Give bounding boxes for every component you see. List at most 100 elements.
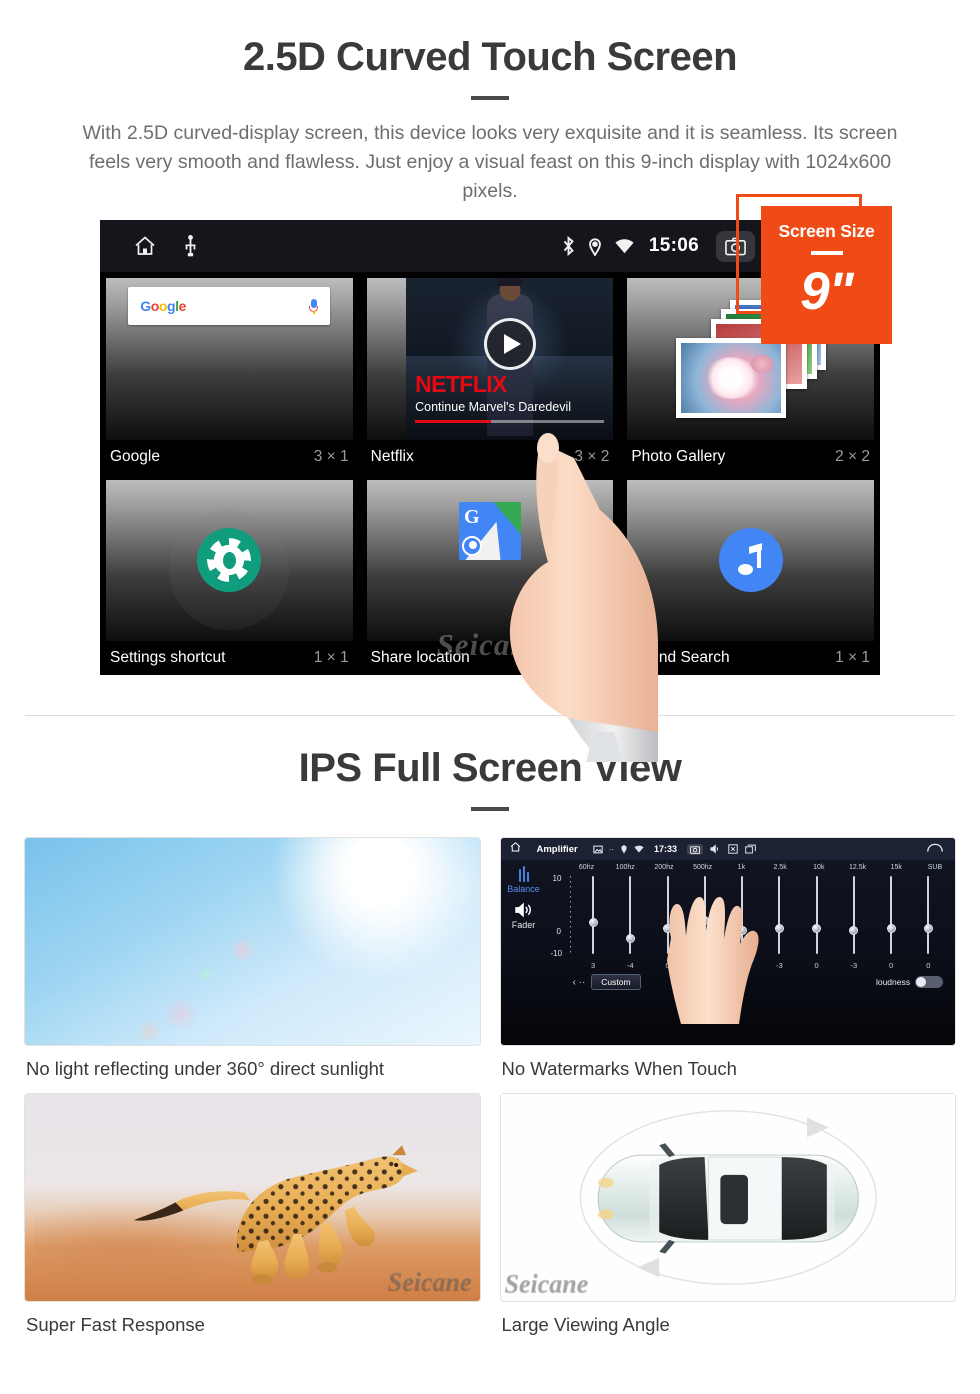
widget-caption: Sound Search 1 × 1 — [627, 641, 874, 675]
maps-person-pin — [461, 536, 482, 557]
settings-gear-icon[interactable] — [197, 528, 262, 593]
widget-caption: Share location 1 × 1 — [367, 641, 614, 675]
title-underline — [471, 96, 509, 100]
sound-search-icon[interactable] — [718, 528, 783, 593]
widget-size: 1 × 1 — [313, 649, 349, 666]
amplifier-status-icons: ·· — [592, 844, 644, 854]
card-image: Seicane — [24, 1093, 481, 1302]
character-hat — [496, 278, 523, 286]
eq-slider[interactable] — [835, 874, 872, 958]
widget-netflix[interactable]: NETFLIX Continue Marvel's Daredevil Netf… — [360, 274, 620, 474]
eq-scale-top: 10 — [552, 874, 562, 883]
eq-value: -3 — [776, 961, 783, 970]
status-bar-clock: 15:06 — [648, 235, 699, 256]
feature-card-sunlight: No light reflecting under 360° direct su… — [24, 837, 481, 1080]
eq-value: 0 — [889, 961, 894, 970]
eq-slider[interactable] — [612, 874, 649, 958]
progress-bar — [415, 419, 605, 423]
widget-name: Netflix — [370, 447, 414, 465]
section-ips-full-screen-view: IPS Full Screen View No light reflecting… — [0, 716, 980, 1336]
eq-slider[interactable] — [724, 874, 761, 958]
loudness-label: loudness — [875, 977, 910, 987]
amplifier-title: Amplifier — [536, 843, 578, 855]
badge-value: 9" — [800, 261, 854, 321]
blossom-bud — [750, 354, 773, 373]
fader-speaker-icon[interactable] — [501, 902, 547, 918]
bluetooth-icon — [562, 236, 575, 256]
widget-name: Sound Search — [631, 649, 730, 666]
netflix-brand: NETFLIX — [415, 370, 507, 397]
widget-caption: Netflix 3 × 2 — [367, 440, 614, 474]
widget-preview: NETFLIX Continue Marvel's Daredevil — [366, 278, 614, 440]
badge-fill: Screen Size 9" — [761, 206, 892, 344]
recents-icon[interactable] — [745, 844, 756, 854]
eq-band-label: 15k — [890, 864, 902, 871]
balance-label[interactable]: Balance — [501, 884, 547, 894]
widget-google[interactable]: Google Google 3 × 1 — [100, 274, 359, 474]
widget-share-location[interactable]: G Share location 1 × 1 — [360, 475, 620, 675]
equalizer-panel: 60hz 100hz 200hz 500hz 1k 2.5k 10k 12.5k… — [547, 860, 956, 1045]
fader-label[interactable]: Fader — [501, 920, 547, 930]
eq-band-label: 12.5k — [848, 864, 867, 871]
home-icon[interactable] — [132, 234, 158, 258]
widget-settings-shortcut[interactable]: Settings shortcut 1 × 1 — [100, 475, 359, 675]
feature-card-viewing-angle: Seicane Large Viewing Angle — [499, 1093, 956, 1336]
home-icon[interactable] — [509, 840, 522, 858]
microphone-icon[interactable] — [309, 298, 319, 314]
eq-slider[interactable] — [873, 874, 910, 958]
eq-slider[interactable] — [910, 874, 947, 958]
widget-size: 2 × 2 — [835, 447, 870, 465]
netflix-subtitle: Continue Marvel's Daredevil — [415, 399, 572, 414]
previous-preset-icon[interactable]: ‹ ·· — [573, 977, 586, 988]
google-logo: Google — [140, 298, 187, 314]
maps-g-letter: G — [463, 506, 480, 529]
back-icon[interactable] — [927, 840, 947, 858]
widget-sound-search[interactable]: Sound Search 1 × 1 — [621, 475, 880, 675]
camera-icon[interactable] — [687, 843, 704, 855]
usb-icon — [184, 235, 197, 257]
section2-title-underline — [471, 807, 509, 811]
cheetah-silhouette — [133, 1145, 418, 1285]
eq-value: 0 — [665, 961, 670, 970]
screen-size-badge: Screen Size 9" — [736, 194, 892, 344]
play-button-icon[interactable] — [483, 318, 536, 371]
eq-slider[interactable] — [798, 874, 835, 958]
eq-band-label: 2.5k — [773, 864, 787, 871]
widget-size: 3 × 1 — [313, 447, 349, 465]
widget-name: Google — [110, 447, 160, 465]
eq-scale: 10 0 -10 — [551, 874, 575, 958]
widget-name: Settings shortcut — [110, 649, 226, 666]
balance-sliders-icon[interactable] — [501, 866, 547, 882]
section-divider — [25, 715, 955, 716]
location-icon — [588, 237, 602, 256]
eq-slider[interactable] — [761, 874, 798, 958]
loudness-toggle[interactable] — [915, 976, 943, 988]
card-caption: Super Fast Response — [26, 1314, 205, 1335]
amplifier-sidebar: Balance Fader — [501, 860, 547, 1045]
google-maps-icon[interactable]: G — [458, 502, 521, 561]
image-icon — [592, 845, 603, 853]
eq-slider[interactable] — [686, 874, 723, 958]
page-title: 2.5D Curved Touch Screen — [242, 35, 738, 79]
close-box-icon[interactable] — [728, 844, 738, 854]
amplifier-body: Balance Fader 60hz 100hz 200hz 500hz 1k … — [501, 860, 956, 1045]
amplifier-screen: Amplifier ·· 17:33 Balance Fader 60hz 10… — [500, 838, 956, 1045]
widget-size: 1 × 1 — [574, 649, 610, 666]
loudness-control: loudness — [876, 976, 943, 988]
car-orbit-illustration — [579, 1110, 877, 1285]
eq-scale-ticks — [569, 876, 571, 954]
preset-button[interactable]: Custom — [591, 974, 641, 990]
eq-slider[interactable] — [649, 874, 686, 958]
feature-card-no-watermarks: Amplifier ·· 17:33 Balance Fader 60hz 10… — [499, 837, 956, 1080]
google-search-bar[interactable]: Google — [128, 287, 331, 325]
widget-name: Share location — [370, 649, 470, 666]
wifi-icon — [615, 238, 634, 254]
eq-value: -3 — [850, 961, 858, 970]
widget-caption: Google 3 × 1 — [106, 440, 353, 474]
status-bar-left-group — [100, 234, 197, 258]
volume-icon[interactable] — [710, 844, 721, 854]
eq-slider[interactable] — [575, 874, 612, 958]
widget-size: 1 × 1 — [835, 649, 870, 666]
eq-band-label: SUB — [927, 864, 943, 871]
netflix-preview-art: NETFLIX Continue Marvel's Daredevil — [406, 278, 614, 440]
